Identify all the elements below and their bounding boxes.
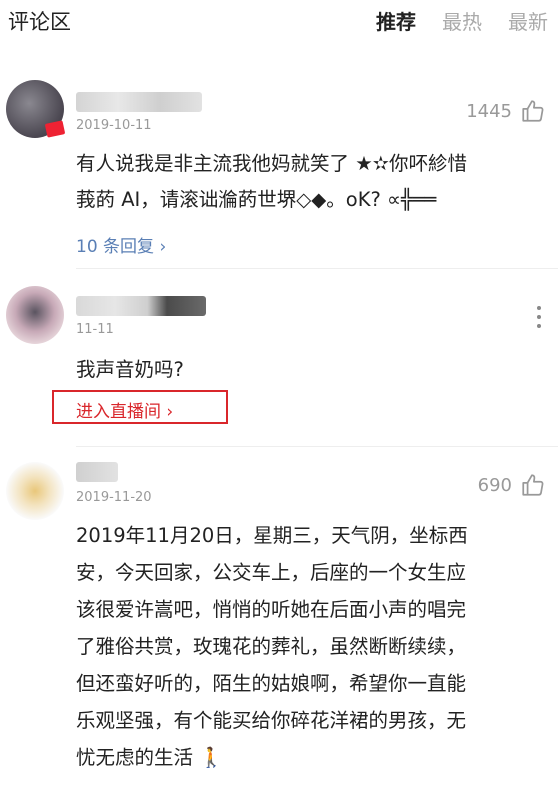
- comment-text: 2019年11月20日，星期三，天气阴，坐标西 安，今天回家，公交车上，后座的一…: [76, 524, 468, 769]
- thumbs-up-icon: [522, 474, 544, 496]
- like-button[interactable]: 690: [478, 472, 546, 498]
- like-count: 690: [477, 474, 512, 496]
- comment-item: 2019-11-20 690 2019年11月20日，星期三，天气阴，坐标西 安…: [0, 0, 558, 788]
- comment-date: 2019-11-20: [76, 490, 152, 505]
- avatar[interactable]: [6, 462, 64, 520]
- username-blurred[interactable]: [76, 462, 118, 482]
